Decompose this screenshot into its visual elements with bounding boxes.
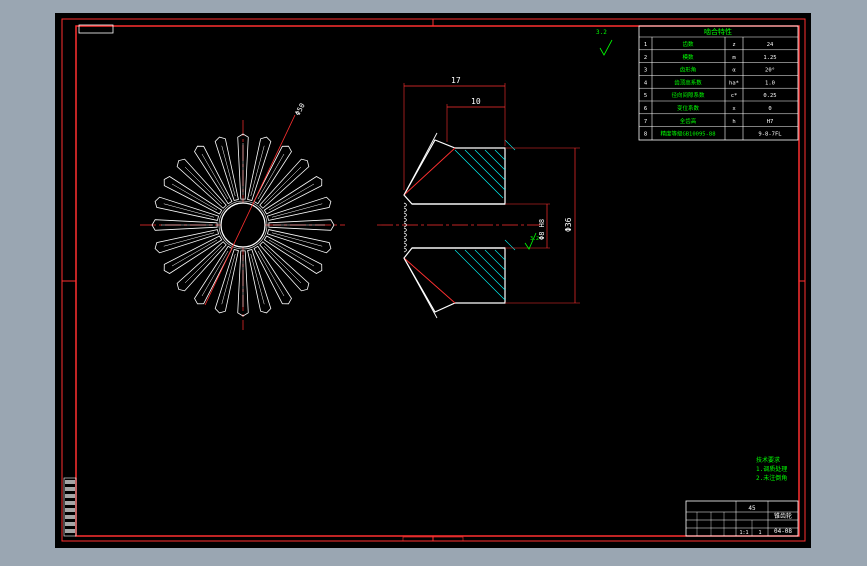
revision-cell — [65, 508, 75, 512]
param-row-value: 24 — [767, 42, 774, 48]
revision-cell — [65, 529, 75, 533]
param-row-value: 20° — [765, 68, 775, 74]
bore-roughness-value: 3.2 — [530, 236, 539, 242]
general-roughness-value: 3.2 — [596, 29, 607, 36]
param-row-value: 0.25 — [763, 93, 776, 99]
revision-cell — [65, 501, 75, 505]
param-row-symbol: h — [732, 119, 735, 125]
revision-cell — [65, 515, 75, 519]
title-block-part-name: 锥齿轮 — [774, 512, 792, 520]
dim-36-label: Φ36 — [564, 217, 573, 232]
title-block-scale: 1:1 — [739, 530, 748, 536]
param-row-value: H7 — [767, 119, 774, 125]
title-block-drawing-no: 04-08 — [774, 528, 792, 535]
revision-cell — [65, 494, 75, 498]
tech-notes-line-1: 1.调质处理 — [756, 465, 787, 473]
param-row-value: 0 — [768, 106, 771, 112]
revision-cell — [65, 522, 75, 526]
param-row-name: 齿形角 — [680, 66, 697, 74]
title-block-material: 45 — [748, 505, 756, 512]
cad-viewport: Φ50 17 10 Φ36 Φ8 H8 3.2 3.2 啮合特性 1 齿数 z … — [0, 0, 867, 562]
param-row-symbol: c* — [731, 93, 738, 99]
param-row-no: 5 — [644, 93, 647, 99]
dim-8-label: Φ8 H8 — [538, 219, 546, 240]
param-row-value: 9-8-7FL — [758, 132, 782, 138]
tech-notes-line-2: 2.未注倒角 — [756, 474, 787, 482]
title-block-sheet: 1 — [758, 530, 761, 536]
param-row-name: 精度等级GB10095-88 — [660, 130, 715, 138]
param-row-no: 3 — [644, 68, 647, 74]
dim-10-label: 10 — [471, 97, 481, 106]
param-row-name: 变位系数 — [677, 104, 700, 112]
param-row-no: 8 — [644, 132, 647, 138]
param-row-name: 齿数 — [682, 40, 694, 48]
param-row-name: 径向间隙系数 — [671, 91, 705, 99]
param-row-no: 6 — [644, 106, 647, 112]
param-row-name: 齿顶高系数 — [674, 78, 702, 86]
param-row-name: 全齿高 — [680, 117, 697, 125]
param-row-symbol: z — [732, 42, 735, 48]
param-row-no: 2 — [644, 55, 647, 61]
param-row-no: 1 — [644, 42, 647, 48]
drawing-canvas: Φ50 17 10 Φ36 Φ8 H8 3.2 3.2 啮合特性 1 齿数 z … — [55, 13, 811, 548]
tech-notes-title: 技术要求 — [756, 456, 780, 464]
revision-cell — [65, 487, 75, 491]
param-row-name: 模数 — [682, 53, 694, 61]
dim-17-label: 17 — [451, 76, 461, 85]
param-table-header: 啮合特性 — [704, 27, 732, 36]
revision-cell — [65, 480, 75, 484]
param-row-symbol: ha* — [729, 80, 739, 86]
param-row-value: 1.0 — [765, 80, 775, 86]
param-row-no: 7 — [644, 119, 647, 125]
param-row-value: 1.25 — [763, 55, 776, 61]
